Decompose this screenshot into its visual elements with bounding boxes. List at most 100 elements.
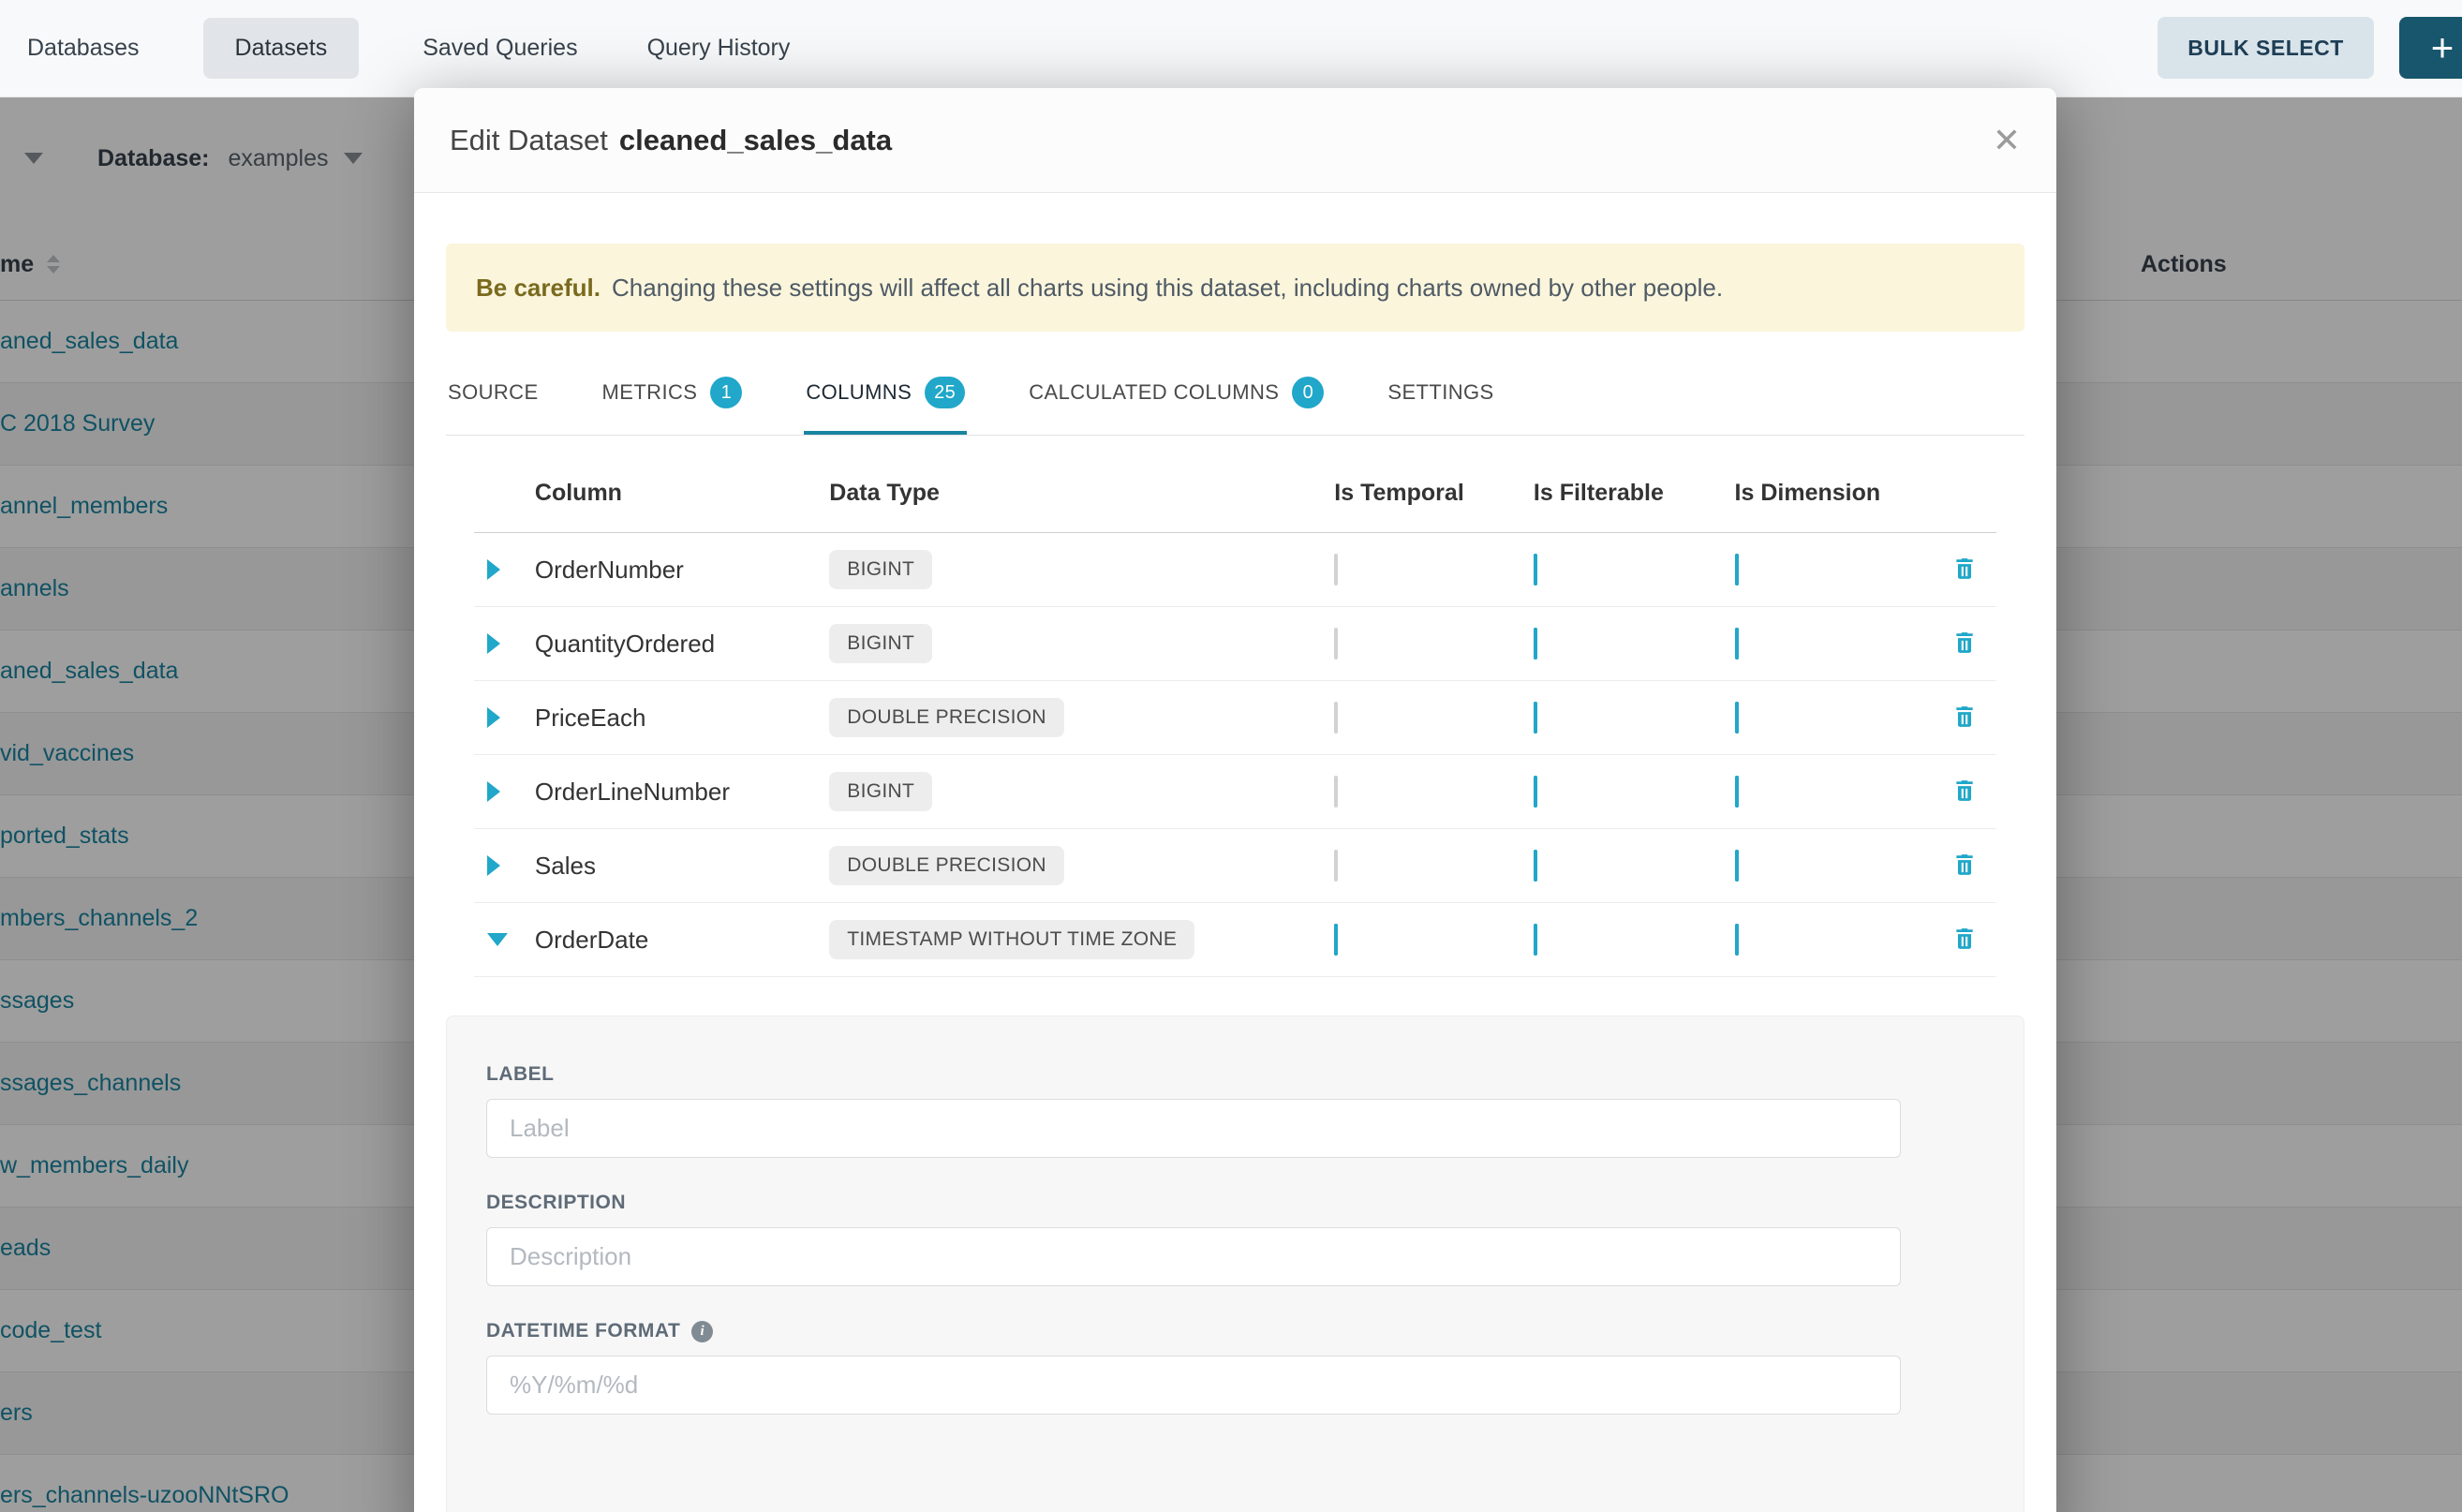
column-name: OrderNumber bbox=[535, 556, 829, 585]
data-type-pill: DOUBLE PRECISION bbox=[829, 698, 1064, 737]
columns-count-badge: 25 bbox=[925, 377, 965, 408]
modal-header: Edit Dataset cleaned_sales_data ✕ bbox=[414, 88, 2056, 193]
data-type-pill: BIGINT bbox=[829, 772, 932, 811]
tab-metrics-label: METRICS bbox=[602, 380, 698, 405]
tab-source[interactable]: SOURCE bbox=[446, 363, 541, 435]
expand-caret-icon[interactable] bbox=[487, 707, 500, 728]
tab-calculated-columns-label: CALCULATED COLUMNS bbox=[1029, 380, 1279, 405]
nav-items: Databases Datasets Saved Queries Query H… bbox=[22, 18, 795, 79]
header-column: Column bbox=[535, 480, 829, 507]
is-temporal-checkbox[interactable] bbox=[1334, 850, 1338, 882]
delete-column-button[interactable] bbox=[1949, 922, 1980, 958]
column-name: OrderDate bbox=[535, 926, 829, 955]
is-dimension-checkbox[interactable] bbox=[1735, 628, 1739, 660]
modal-tabs: SOURCE METRICS 1 COLUMNS 25 CALCULATED C… bbox=[446, 363, 2024, 436]
expand-caret-icon[interactable] bbox=[487, 559, 500, 580]
expand-caret-icon[interactable] bbox=[487, 633, 500, 654]
is-filterable-checkbox[interactable] bbox=[1534, 628, 1537, 660]
label-field-label: LABEL bbox=[486, 1063, 1984, 1086]
nav-item-saved-queries[interactable]: Saved Queries bbox=[417, 18, 583, 79]
warning-banner-bold: Be careful. bbox=[476, 274, 601, 303]
is-filterable-checkbox[interactable] bbox=[1534, 850, 1537, 882]
column-name: Sales bbox=[535, 852, 829, 881]
nav-item-query-history[interactable]: Query History bbox=[642, 18, 796, 79]
bulk-select-button[interactable]: BULK SELECT bbox=[2158, 17, 2374, 79]
is-temporal-checkbox[interactable] bbox=[1334, 924, 1338, 956]
column-row: OrderDate TIMESTAMP WITHOUT TIME ZONE bbox=[474, 903, 1996, 977]
column-name: OrderLineNumber bbox=[535, 778, 829, 807]
trash-icon bbox=[1952, 704, 1977, 730]
is-temporal-checkbox[interactable] bbox=[1334, 628, 1338, 660]
calculated-columns-count-badge: 0 bbox=[1292, 377, 1324, 408]
column-row: OrderNumber BIGINT bbox=[474, 533, 1996, 607]
is-filterable-checkbox[interactable] bbox=[1534, 924, 1537, 956]
columns-table: Column Data Type Is Temporal Is Filterab… bbox=[474, 436, 1996, 977]
description-field-group: DESCRIPTION bbox=[486, 1192, 1984, 1286]
trash-icon bbox=[1952, 778, 1977, 804]
tab-source-label: SOURCE bbox=[448, 380, 539, 405]
is-dimension-checkbox[interactable] bbox=[1735, 554, 1739, 586]
top-nav: Databases Datasets Saved Queries Query H… bbox=[0, 0, 2462, 97]
tab-columns-label: COLUMNS bbox=[806, 380, 912, 405]
delete-column-button[interactable] bbox=[1949, 626, 1980, 662]
column-row: PriceEach DOUBLE PRECISION bbox=[474, 681, 1996, 755]
data-type-pill: BIGINT bbox=[829, 624, 932, 663]
header-is-temporal: Is Temporal bbox=[1315, 480, 1515, 507]
column-detail-panel: LABEL DESCRIPTION DATETIME FORMAT i bbox=[446, 1015, 2024, 1512]
is-filterable-checkbox[interactable] bbox=[1534, 702, 1537, 734]
nav-item-datasets[interactable]: Datasets bbox=[203, 18, 360, 79]
expand-caret-icon[interactable] bbox=[487, 781, 500, 802]
column-row: Sales DOUBLE PRECISION bbox=[474, 829, 1996, 903]
datetime-format-field-group: DATETIME FORMAT i bbox=[486, 1320, 1984, 1415]
delete-column-button[interactable] bbox=[1949, 552, 1980, 588]
metrics-count-badge: 1 bbox=[710, 377, 742, 408]
modal-title: Edit Dataset cleaned_sales_data bbox=[450, 124, 892, 157]
tab-settings-label: SETTINGS bbox=[1387, 380, 1493, 405]
tab-settings[interactable]: SETTINGS bbox=[1386, 363, 1495, 435]
column-row: QuantityOrdered BIGINT bbox=[474, 607, 1996, 681]
datetime-format-label-text: DATETIME FORMAT bbox=[486, 1320, 680, 1342]
is-temporal-checkbox[interactable] bbox=[1334, 702, 1338, 734]
modal-title-dataset-name: cleaned_sales_data bbox=[619, 124, 892, 156]
tab-calculated-columns[interactable]: CALCULATED COLUMNS 0 bbox=[1027, 363, 1326, 435]
trash-icon bbox=[1952, 630, 1977, 656]
header-is-filterable: Is Filterable bbox=[1515, 480, 1716, 507]
header-data-type: Data Type bbox=[829, 480, 1315, 507]
tab-metrics[interactable]: METRICS 1 bbox=[601, 363, 745, 435]
is-temporal-checkbox[interactable] bbox=[1334, 554, 1338, 586]
is-dimension-checkbox[interactable] bbox=[1735, 924, 1739, 956]
add-dataset-button[interactable]: + bbox=[2399, 17, 2462, 79]
is-temporal-checkbox[interactable] bbox=[1334, 776, 1338, 808]
datetime-format-input[interactable] bbox=[486, 1356, 1901, 1415]
collapse-caret-icon[interactable] bbox=[487, 933, 508, 946]
data-type-pill: TIMESTAMP WITHOUT TIME ZONE bbox=[829, 920, 1194, 959]
nav-item-databases[interactable]: Databases bbox=[22, 18, 145, 79]
trash-icon bbox=[1952, 852, 1977, 878]
label-input[interactable] bbox=[486, 1099, 1901, 1158]
column-name: QuantityOrdered bbox=[535, 630, 829, 659]
warning-banner-text: Changing these settings will affect all … bbox=[612, 274, 1723, 303]
data-type-pill: DOUBLE PRECISION bbox=[829, 846, 1064, 885]
columns-table-header: Column Data Type Is Temporal Is Filterab… bbox=[474, 436, 1996, 533]
edit-dataset-modal: Edit Dataset cleaned_sales_data ✕ Be care… bbox=[414, 88, 2056, 1512]
label-field-group: LABEL bbox=[486, 1063, 1984, 1158]
close-icon[interactable]: ✕ bbox=[1993, 124, 2021, 157]
tab-columns[interactable]: COLUMNS 25 bbox=[804, 363, 967, 435]
is-dimension-checkbox[interactable] bbox=[1735, 850, 1739, 882]
info-icon[interactable]: i bbox=[691, 1321, 713, 1342]
is-filterable-checkbox[interactable] bbox=[1534, 776, 1537, 808]
trash-icon bbox=[1952, 556, 1977, 582]
is-dimension-checkbox[interactable] bbox=[1735, 776, 1739, 808]
header-is-dimension: Is Dimension bbox=[1716, 480, 1934, 507]
data-type-pill: BIGINT bbox=[829, 550, 932, 589]
modal-title-prefix: Edit Dataset bbox=[450, 124, 608, 156]
delete-column-button[interactable] bbox=[1949, 774, 1980, 810]
warning-banner: Be careful. Changing these settings will… bbox=[446, 244, 2024, 332]
expand-caret-icon[interactable] bbox=[487, 855, 500, 876]
delete-column-button[interactable] bbox=[1949, 700, 1980, 736]
trash-icon bbox=[1952, 926, 1977, 952]
description-input[interactable] bbox=[486, 1227, 1901, 1286]
is-dimension-checkbox[interactable] bbox=[1735, 702, 1739, 734]
delete-column-button[interactable] bbox=[1949, 848, 1980, 884]
is-filterable-checkbox[interactable] bbox=[1534, 554, 1537, 586]
